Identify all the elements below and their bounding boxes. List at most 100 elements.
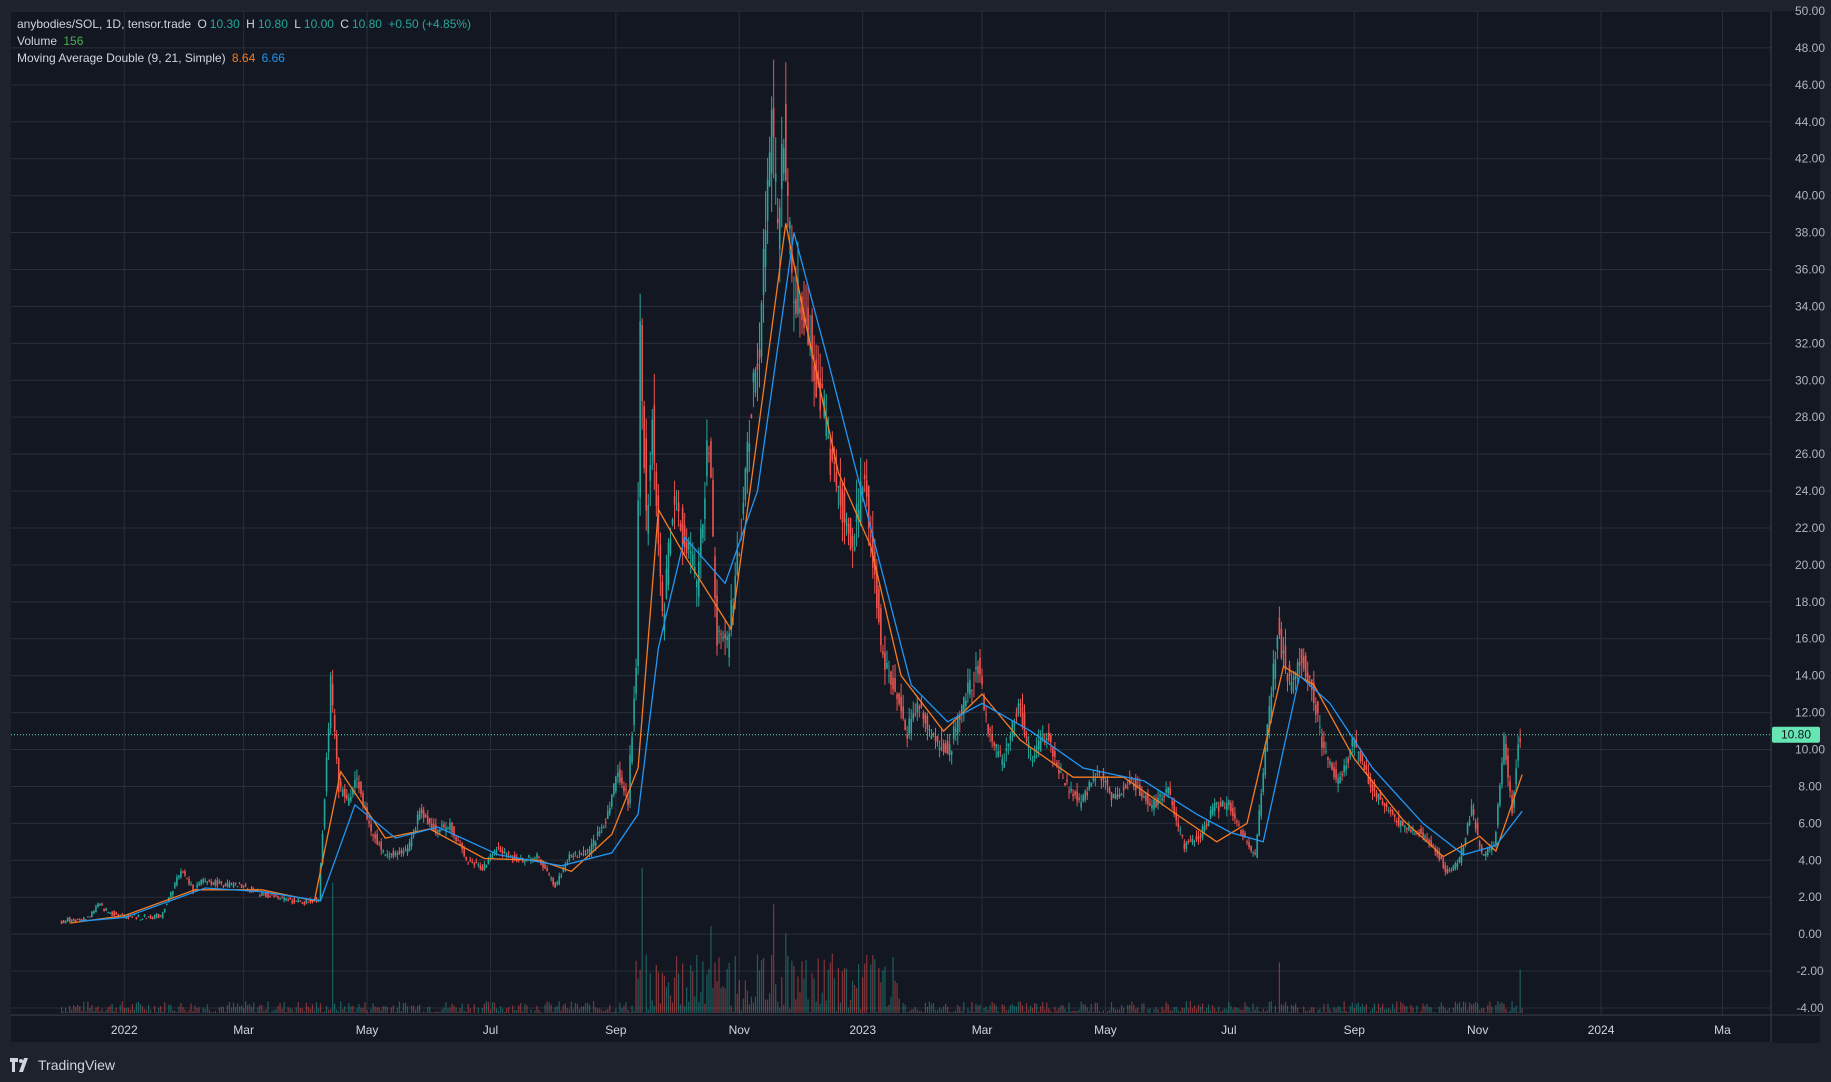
candle-body (491, 856, 494, 858)
volume-bar (922, 1012, 924, 1013)
volume-bar (791, 960, 793, 1013)
candle-body (736, 550, 739, 575)
volume-bar (332, 882, 334, 1013)
volume-bar (1137, 1007, 1139, 1013)
candle-body (578, 852, 581, 855)
candle-body (1454, 863, 1457, 870)
candle-body (1007, 743, 1010, 747)
volume-bar (878, 967, 880, 1013)
candle-body (1013, 723, 1016, 726)
volume-bar (849, 999, 852, 1013)
candle-body (503, 851, 506, 853)
y-tick-label: 26.00 (1795, 447, 1825, 461)
legend-volume-label[interactable]: Volume (17, 34, 57, 48)
candle-body (1296, 662, 1299, 675)
volume-bar (580, 1006, 583, 1013)
volume-bar (1025, 1003, 1028, 1013)
volume-bar (945, 1003, 947, 1013)
candle-body (305, 900, 308, 904)
volume-bar (1410, 1004, 1412, 1013)
volume-bar (876, 1011, 878, 1013)
price-chart[interactable]: 50.00 48.00 46.00 44.00 42.00 40.00 38.00 36.00… (0, 0, 1831, 1082)
candle-body (141, 918, 144, 920)
volume-bar (918, 1011, 920, 1013)
candle-body (1308, 675, 1311, 678)
volume-bar (398, 1001, 401, 1013)
candle-body (572, 856, 575, 858)
candle-body (1050, 735, 1052, 743)
candle-body (1110, 792, 1113, 800)
candle-body (918, 706, 921, 709)
candle-body (708, 452, 710, 454)
volume-bar (740, 1010, 742, 1013)
volume-bar (81, 1010, 83, 1013)
candle-body (944, 743, 947, 753)
volume-bar (1080, 1001, 1082, 1013)
candle-body (744, 468, 747, 500)
candle-body (341, 789, 344, 797)
volume-bar (1252, 1003, 1254, 1013)
candle-body (754, 369, 757, 393)
legend-ma-label[interactable]: Moving Average Double (9, 21, Simple) (17, 51, 226, 65)
y-tick-label: 28.00 (1795, 410, 1825, 424)
candle-body (639, 321, 641, 498)
candle-body (1292, 677, 1295, 680)
candle-body (398, 851, 401, 855)
candle-body (358, 781, 360, 789)
volume-bar (916, 1009, 918, 1013)
candle-body (418, 811, 421, 820)
candle-body (307, 901, 310, 903)
volume-bar (671, 1002, 674, 1013)
volume-bar (143, 1009, 146, 1013)
candle-body (1519, 738, 1521, 743)
volume-bar (645, 954, 647, 1013)
legend-close-label: C (340, 17, 349, 31)
volume-bar (886, 1006, 888, 1013)
volume-bar (574, 1003, 577, 1013)
volume-bar (1390, 1009, 1392, 1013)
volume-bar (443, 1007, 445, 1013)
volume-bar (404, 1002, 407, 1013)
volume-bar (882, 970, 884, 1013)
volume-bar (688, 1001, 690, 1013)
candle-body (1286, 674, 1289, 682)
volume-bar (1214, 1008, 1216, 1013)
candle-body (1189, 840, 1192, 842)
candle-body (184, 871, 186, 876)
volume-bar (936, 1010, 939, 1013)
volume-bar (669, 995, 672, 1013)
candle-body (560, 875, 563, 877)
candle-body (1031, 760, 1034, 762)
volume-bar (241, 1005, 243, 1013)
volume-bar (1029, 1005, 1032, 1013)
candle-body (1337, 778, 1339, 784)
candle-body (1015, 713, 1018, 717)
volume-bar (1034, 1003, 1036, 1013)
legend-open: 10.30 (209, 17, 240, 31)
tradingview-logo[interactable]: TradingView (10, 1057, 115, 1073)
volume-bar (210, 1012, 212, 1013)
volume-bar (1303, 1006, 1305, 1013)
candle-body (447, 828, 449, 830)
volume-bar (1329, 1009, 1331, 1013)
y-tick-label: 44.00 (1795, 115, 1825, 129)
candle-body (1230, 803, 1232, 812)
candle-body (847, 523, 850, 534)
volume-bar (1349, 1006, 1351, 1013)
volume-bar (914, 1006, 916, 1013)
volume-bar (214, 1010, 216, 1013)
legend-symbol[interactable]: anybodies/SOL, 1D, tensor.trade (17, 17, 191, 31)
volume-bar (1384, 1009, 1386, 1013)
candle-body (580, 853, 583, 855)
legend-low: 10.00 (303, 17, 334, 31)
volume-bar (963, 1001, 965, 1013)
volume-bar (1208, 1004, 1210, 1013)
volume-bar (526, 1005, 528, 1013)
volume-bar (346, 1011, 348, 1013)
volume-bar (477, 1007, 479, 1013)
candle-body (904, 719, 906, 731)
volume-bar (439, 1011, 441, 1013)
volume-bar (182, 1007, 184, 1013)
candle-body (900, 696, 902, 712)
y-tick-label: 48.00 (1795, 41, 1825, 55)
